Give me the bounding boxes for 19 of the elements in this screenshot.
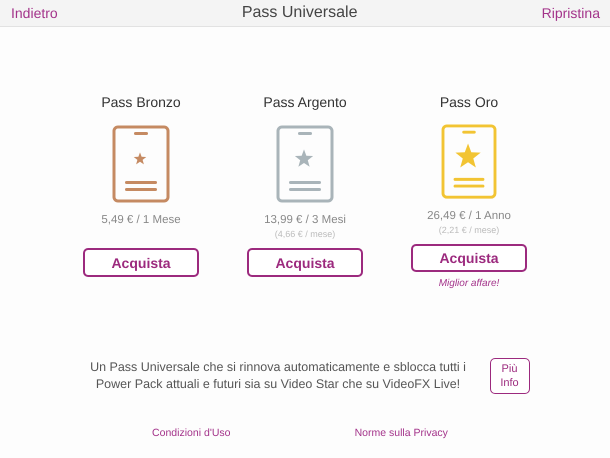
buy-button[interactable]: Acquista — [411, 244, 527, 272]
footer-link[interactable]: Norme sulla Privacy — [354, 427, 448, 439]
back-link[interactable]: Indietro — [11, 5, 58, 21]
price: 26,49 € / 1 Anno — [427, 210, 511, 222]
buy-button[interactable]: Acquista — [83, 248, 199, 277]
price: 13,99 € / 3 Mesi — [264, 214, 346, 226]
best-deal-note: Miglior affare! — [438, 278, 500, 289]
price: 5,49 € / 1 Mese — [101, 214, 181, 226]
monthly-price: (4,66 € / mese) — [274, 229, 336, 241]
description: Un Pass Universale che si rinnova automaticamente e sblocca tutti i Power Pack attuali e futuri sia su Video Star che su VideoFX Live! — [89, 359, 467, 393]
buy-button[interactable]: Acquista — [247, 248, 363, 277]
more-info-button[interactable]: Più Info — [490, 358, 530, 394]
pass-name: Pass Oro — [440, 94, 498, 112]
footer-link[interactable]: Condizioni d'Uso — [152, 427, 230, 439]
page-title: Pass Universale — [242, 4, 358, 22]
monthly-price: (2,21 € / mese) — [438, 225, 500, 238]
pass-name: Pass Bronzo — [101, 94, 181, 112]
pass-name: Pass Argento — [263, 94, 347, 112]
restore-link[interactable]: Ripristina — [542, 5, 600, 21]
